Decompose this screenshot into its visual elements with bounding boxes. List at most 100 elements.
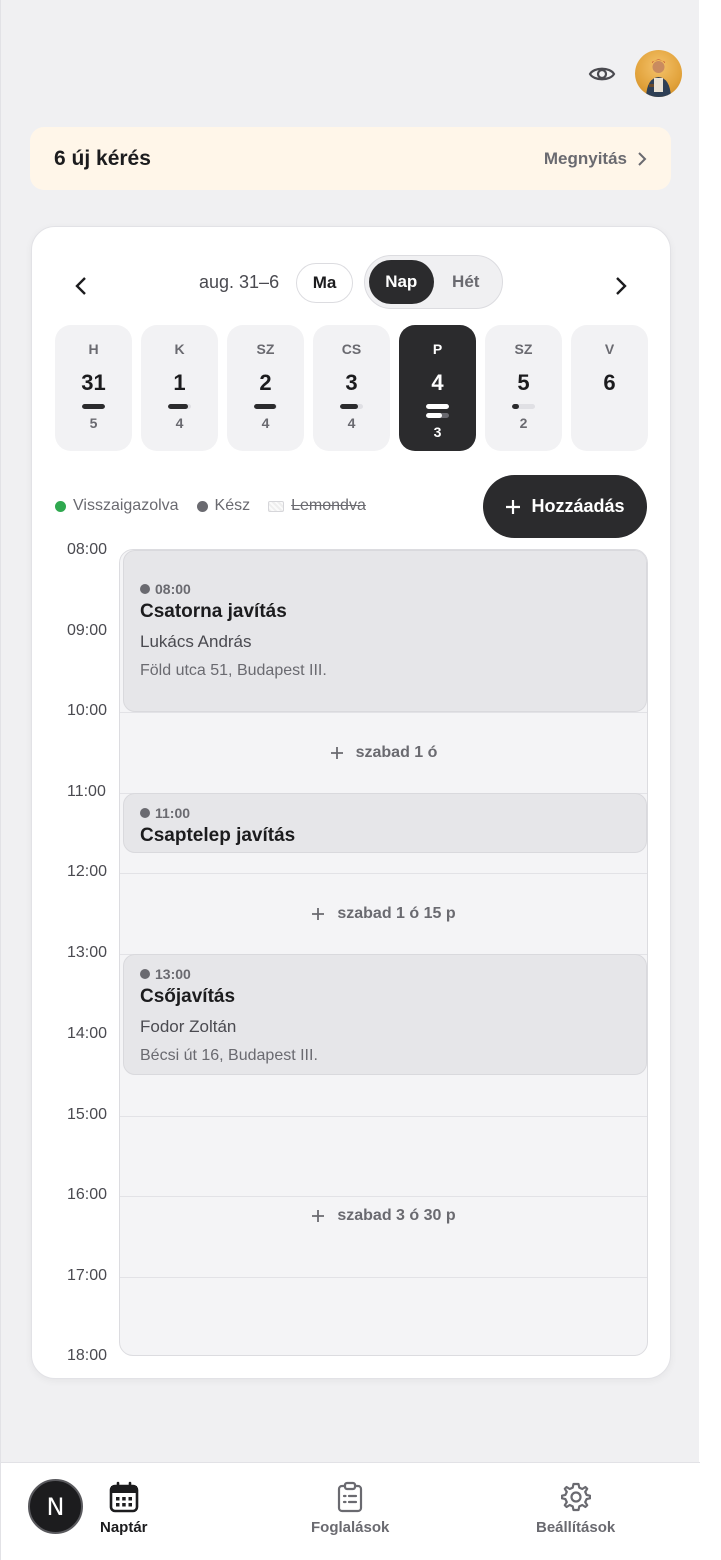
free-slot-button[interactable]: szabad 1 ó 15 p (120, 873, 647, 954)
booking-time: 08:00 (140, 581, 630, 597)
free-slot-label: szabad 3 ó 30 p (337, 1207, 456, 1224)
week-view-button[interactable]: Hét (434, 260, 499, 304)
prev-week-button[interactable] (64, 269, 98, 303)
day-load-bars (512, 404, 535, 409)
open-requests-label: Megnyitás (543, 148, 627, 168)
open-requests-link[interactable]: Megnyitás (544, 149, 647, 169)
free-slot-label: szabad 1 ó (355, 743, 438, 761)
avatar[interactable] (635, 50, 682, 97)
legend-confirmed: Visszaigazolva (55, 497, 179, 515)
clipboard-icon (338, 1481, 363, 1513)
cancelled-swatch-icon (268, 500, 285, 512)
banner-title: 6 új kérés (54, 146, 151, 170)
booking-card[interactable]: 13:00 Csőjavítás Fodor Zoltán Bécsi út 1… (123, 954, 647, 1075)
hour-label: 18:00 (67, 1347, 108, 1364)
day-number: 6 (603, 370, 616, 395)
booking-time: 11:00 (140, 805, 630, 821)
day-booking-count: 2 (519, 415, 528, 431)
day-load-bars (254, 404, 277, 409)
next-week-button[interactable] (604, 269, 638, 303)
status-dot-icon (140, 808, 150, 818)
load-bar (168, 404, 191, 409)
load-bar (512, 404, 535, 409)
day-tile[interactable]: V6 (571, 325, 648, 451)
top-bar (587, 50, 682, 97)
load-bar (426, 404, 449, 409)
hour-label: 12:00 (67, 863, 108, 880)
booking-card[interactable]: 11:00 Csaptelep javítás (123, 793, 647, 853)
booking-client: Fodor Zoltán (140, 1017, 237, 1036)
calendar-icon (109, 1481, 139, 1513)
day-load-bars (168, 404, 191, 409)
day-booking-count: 4 (175, 415, 184, 431)
eye-icon[interactable] (587, 62, 617, 86)
chevron-right-icon (616, 277, 627, 295)
day-number: 31 (81, 370, 106, 395)
confirmed-dot-icon (55, 500, 66, 512)
plus-icon (312, 907, 325, 920)
nav-item-bookings[interactable]: Foglalások (311, 1481, 389, 1536)
day-view-button[interactable]: Nap (369, 260, 434, 304)
add-booking-button[interactable]: Hozzáadás (483, 475, 647, 538)
booking-time-label: 08:00 (155, 581, 191, 597)
day-strip: H 31 5 K 1 4 SZ 2 4 CS 3 4 P 4 3 SZ 5 2 V 6 (55, 325, 648, 451)
hour-label: 08:00 (67, 541, 108, 558)
day-tile[interactable]: P 4 3 (399, 325, 476, 451)
day-tile[interactable]: K 1 4 (141, 325, 218, 451)
status-dot-icon (140, 969, 150, 979)
nav-calendar-label: Naptár (100, 1519, 148, 1536)
done-dot-icon (196, 500, 208, 512)
plus-icon (330, 746, 343, 759)
hour-label: 17:00 (67, 1267, 108, 1284)
new-requests-banner[interactable]: 6 új kérés Megnyitás (30, 127, 671, 190)
status-legend: Visszaigazolva Kész Lemondva (55, 497, 366, 515)
day-letter: SZ (514, 341, 533, 357)
day-letter: V (604, 341, 615, 357)
free-slot-button[interactable]: szabad 1 ó (120, 712, 647, 793)
booking-title: Csőjavítás (140, 986, 236, 1007)
free-slot-label: szabad 1 ó 15 p (337, 904, 456, 922)
add-booking-label: Hozzáadás (531, 496, 625, 516)
plus-icon (506, 499, 521, 514)
booking-title: Csatorna javítás (140, 601, 287, 622)
free-slot-button[interactable]: szabad 3 ó 30 p (120, 1075, 647, 1355)
day-number: 5 (517, 370, 530, 395)
legend-cancelled-label: Lemondva (291, 497, 366, 514)
day-number: 3 (345, 370, 358, 395)
day-booking-count: 3 (433, 424, 442, 440)
hour-label: 14:00 (67, 1025, 108, 1042)
legend-confirmed-label: Visszaigazolva (73, 497, 179, 514)
day-tile[interactable]: CS 3 4 (313, 325, 390, 451)
legend-done-label: Kész (214, 497, 251, 514)
day-letter: SZ (256, 341, 275, 357)
nav-item-calendar[interactable]: Naptár (100, 1481, 148, 1536)
legend-done: Kész (196, 497, 251, 515)
day-tile[interactable]: SZ 2 4 (227, 325, 304, 451)
hour-label: 11:00 (67, 783, 106, 800)
day-timeline: 08:00 Csatorna javítás Lukács András Föl… (119, 549, 648, 1356)
load-bar (82, 404, 105, 409)
brand-logo-button[interactable]: N (28, 1479, 83, 1534)
gear-icon (560, 1482, 591, 1512)
calendar-card: aug. 31–6 Ma Nap Hét H 31 5 K 1 4 SZ 2 4 CS 3 4 P 4 3 S… (31, 226, 671, 1379)
day-tile[interactable]: SZ 5 2 (485, 325, 562, 451)
date-range-label: aug. 31–6 (199, 272, 280, 292)
day-number: 2 (259, 370, 272, 395)
booking-time: 13:00 (140, 966, 630, 982)
day-letter: K (174, 341, 185, 357)
day-booking-count: 4 (261, 415, 270, 431)
hour-label: 15:00 (67, 1106, 108, 1123)
day-letter: P (432, 341, 443, 357)
today-button[interactable]: Ma (296, 263, 353, 303)
legend-cancelled: Lemondva (268, 497, 366, 515)
status-dot-icon (140, 584, 150, 594)
booking-card[interactable]: 08:00 Csatorna javítás Lukács András Föl… (123, 550, 647, 712)
chevron-left-icon (75, 277, 86, 295)
nav-item-settings[interactable]: Beállítások (536, 1481, 615, 1536)
booking-client: Lukács András (140, 632, 252, 651)
day-number: 1 (173, 370, 186, 395)
app-screen: 6 új kérés Megnyitás aug. 31–6 Ma Nap Hé… (0, 0, 700, 1560)
day-tile[interactable]: H 31 5 (55, 325, 132, 451)
day-letter: CS (341, 341, 362, 357)
plus-icon (312, 1210, 325, 1222)
